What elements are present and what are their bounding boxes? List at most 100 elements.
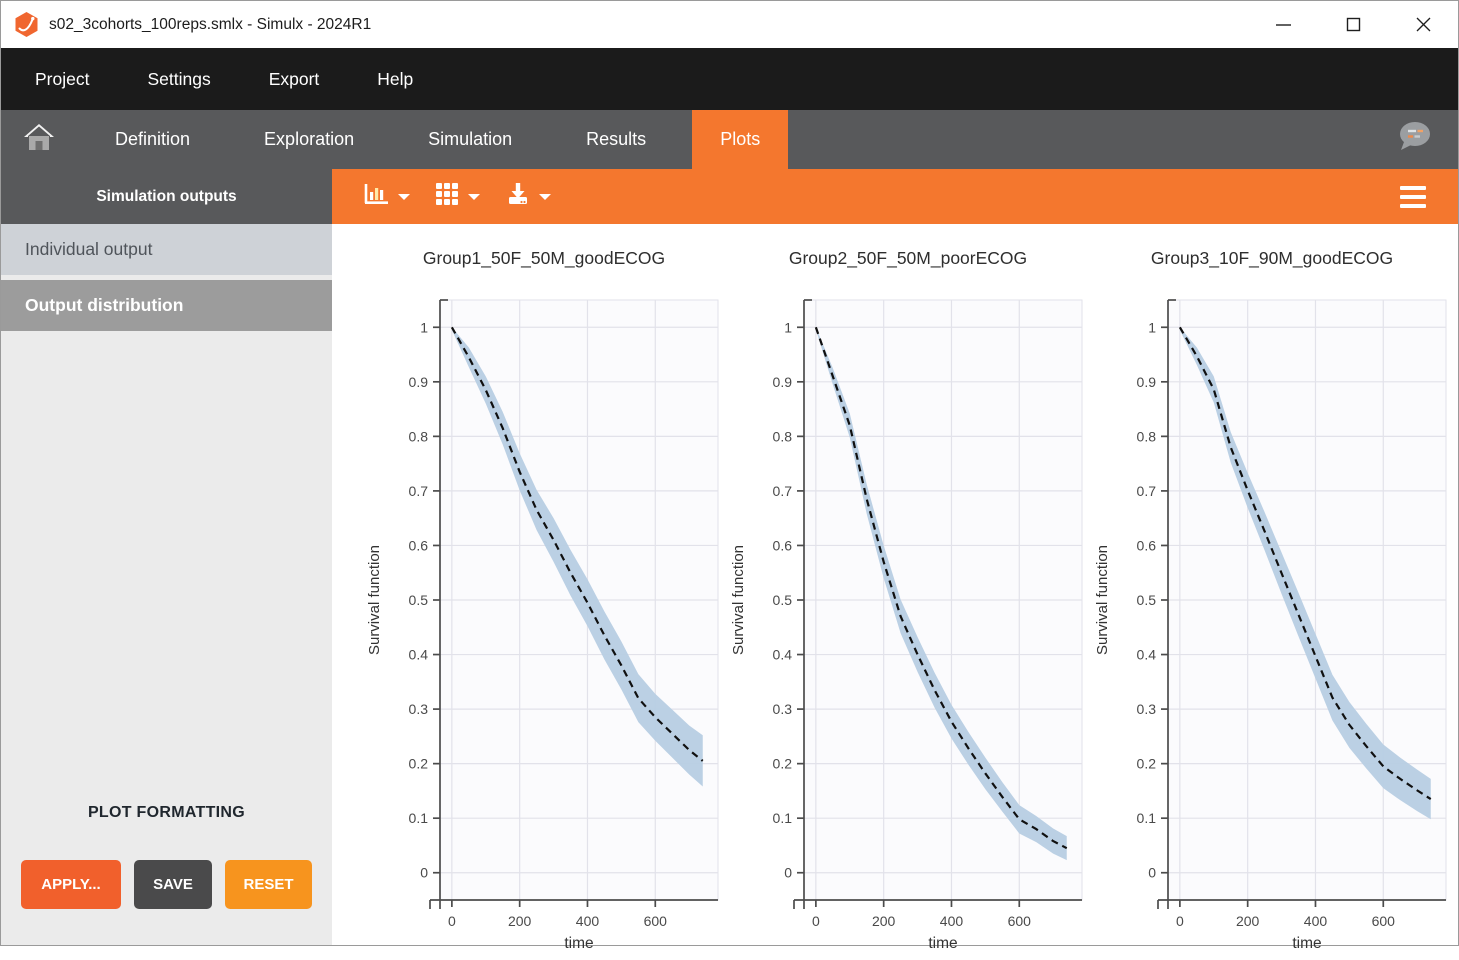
plots-menu-button[interactable] xyxy=(1400,186,1426,208)
menu-export[interactable]: Export xyxy=(245,48,344,110)
app-window: s02_3cohorts_100reps.smlx - Simulx - 202… xyxy=(0,0,1459,946)
sidebar-item-output-distribution[interactable]: Output distribution xyxy=(1,280,332,331)
menu-project[interactable]: Project xyxy=(11,48,113,110)
maximize-button[interactable] xyxy=(1318,1,1388,48)
svg-text:0.8: 0.8 xyxy=(773,428,793,444)
simulx-logo-icon xyxy=(13,11,40,38)
sub-header: Simulation outputs xyxy=(1,169,1458,224)
window-controls xyxy=(1248,1,1458,48)
title-bar: s02_3cohorts_100reps.smlx - Simulx - 202… xyxy=(1,1,1458,48)
svg-text:400: 400 xyxy=(576,913,600,929)
svg-text:400: 400 xyxy=(1304,913,1328,929)
plot-title: Group1_50F_50M_goodECOG xyxy=(362,248,726,272)
svg-text:1: 1 xyxy=(784,319,792,335)
svg-text:0.5: 0.5 xyxy=(1137,592,1157,608)
feedback-button[interactable] xyxy=(1394,110,1434,169)
hamburger-icon xyxy=(1400,186,1426,190)
svg-text:0.4: 0.4 xyxy=(1137,647,1157,663)
survival-plot-svg: 00.10.20.30.40.50.60.70.80.910200400600t… xyxy=(726,272,1090,960)
chevron-down-icon xyxy=(398,194,410,200)
svg-text:0.2: 0.2 xyxy=(773,756,793,772)
svg-text:600: 600 xyxy=(1372,913,1396,929)
x-axis-label: time xyxy=(928,935,957,952)
chat-bubble-icon xyxy=(1394,119,1434,160)
plot-type-icon xyxy=(364,183,389,210)
y-axis-label: Survival function xyxy=(366,545,383,655)
svg-text:0.5: 0.5 xyxy=(773,592,793,608)
layout-grid-icon xyxy=(436,183,459,211)
svg-text:0: 0 xyxy=(784,865,792,881)
x-axis-label: time xyxy=(564,935,593,952)
plots-toolbar xyxy=(332,169,1458,224)
chevron-down-icon xyxy=(468,194,480,200)
menu-help[interactable]: Help xyxy=(353,48,437,110)
home-button[interactable] xyxy=(9,110,69,169)
apply-button[interactable]: APPLY... xyxy=(21,860,121,909)
menu-settings[interactable]: Settings xyxy=(123,48,234,110)
plot-title: Group3_10F_90M_goodECOG xyxy=(1090,248,1454,272)
window-title: s02_3cohorts_100reps.smlx - Simulx - 202… xyxy=(49,16,371,34)
svg-text:0.1: 0.1 xyxy=(1137,810,1157,826)
export-plot-button[interactable] xyxy=(506,182,551,211)
reset-button[interactable]: RESET xyxy=(225,860,312,909)
tab-simulation[interactable]: Simulation xyxy=(400,110,540,169)
svg-text:0: 0 xyxy=(1176,913,1184,929)
chevron-down-icon xyxy=(539,194,551,200)
plot-title: Group2_50F_50M_poorECOG xyxy=(726,248,1090,272)
svg-text:0.9: 0.9 xyxy=(1137,374,1157,390)
svg-text:0: 0 xyxy=(1148,865,1156,881)
svg-text:1: 1 xyxy=(420,319,428,335)
svg-text:0.7: 0.7 xyxy=(409,483,429,499)
svg-text:0.9: 0.9 xyxy=(773,374,793,390)
svg-text:0.8: 0.8 xyxy=(1137,428,1157,444)
svg-text:0.8: 0.8 xyxy=(409,428,429,444)
sidebar-header: Simulation outputs xyxy=(1,169,332,224)
svg-text:0.5: 0.5 xyxy=(409,592,429,608)
svg-text:400: 400 xyxy=(940,913,964,929)
content-area: Individual outputOutput distribution PLO… xyxy=(1,224,1458,945)
close-button[interactable] xyxy=(1388,1,1458,48)
svg-text:0.1: 0.1 xyxy=(409,810,429,826)
svg-text:0.6: 0.6 xyxy=(1137,537,1157,553)
svg-text:200: 200 xyxy=(508,913,532,929)
svg-text:200: 200 xyxy=(872,913,896,929)
svg-text:0.2: 0.2 xyxy=(409,756,429,772)
tab-results[interactable]: Results xyxy=(558,110,674,169)
x-axis-label: time xyxy=(1292,935,1321,952)
svg-text:0.4: 0.4 xyxy=(409,647,429,663)
svg-text:200: 200 xyxy=(1236,913,1260,929)
svg-text:600: 600 xyxy=(644,913,668,929)
survival-plot-svg: 0 0.1 0.2 0.3 0.4 0.5 0.6 0.7 0.8 0.9 1 0 200 400 600 t… xyxy=(362,272,726,960)
survival-plot-svg: 00.10.20.30.40.50.60.70.80.910200400600t… xyxy=(1090,272,1454,960)
svg-text:600: 600 xyxy=(1008,913,1032,929)
svg-text:0: 0 xyxy=(420,865,428,881)
tab-exploration[interactable]: Exploration xyxy=(236,110,382,169)
minimize-button[interactable] xyxy=(1248,1,1318,48)
sidebar: Individual outputOutput distribution PLO… xyxy=(1,224,332,945)
export-plot-icon xyxy=(506,182,530,211)
svg-text:1: 1 xyxy=(1148,319,1156,335)
tab-bar: Definition Exploration Simulation Results Pl… xyxy=(1,110,1458,169)
home-icon xyxy=(23,122,55,157)
svg-text:0.6: 0.6 xyxy=(773,537,793,553)
layout-grid-button[interactable] xyxy=(436,183,480,211)
sidebar-item-individual-output[interactable]: Individual output xyxy=(1,224,332,275)
save-button[interactable]: SAVE xyxy=(134,860,212,909)
svg-text:0.7: 0.7 xyxy=(773,483,793,499)
svg-text:0.6: 0.6 xyxy=(409,537,429,553)
svg-text:0.1: 0.1 xyxy=(773,810,793,826)
svg-text:0: 0 xyxy=(448,913,456,929)
tab-plots[interactable]: Plots xyxy=(692,110,788,169)
plot-panel: Group1_50F_50M_goodECOG 0 0.1 0.2 0.3 0.4 0.5 0… xyxy=(362,226,726,945)
plot-type-button[interactable] xyxy=(364,183,410,210)
svg-text:0.3: 0.3 xyxy=(409,701,429,717)
y-axis-label: Survival function xyxy=(1094,545,1111,655)
plots-area: Group1_50F_50M_goodECOG 0 0.1 0.2 0.3 0.4 0.5 0… xyxy=(332,224,1458,945)
svg-text:0.7: 0.7 xyxy=(1137,483,1157,499)
svg-text:0.4: 0.4 xyxy=(773,647,793,663)
plot-formatting-title: PLOT FORMATTING xyxy=(1,804,332,822)
tab-definition[interactable]: Definition xyxy=(87,110,218,169)
plot-formatting-buttons: APPLY... SAVE RESET xyxy=(1,860,332,945)
svg-text:0: 0 xyxy=(812,913,820,929)
svg-text:0.9: 0.9 xyxy=(409,374,429,390)
